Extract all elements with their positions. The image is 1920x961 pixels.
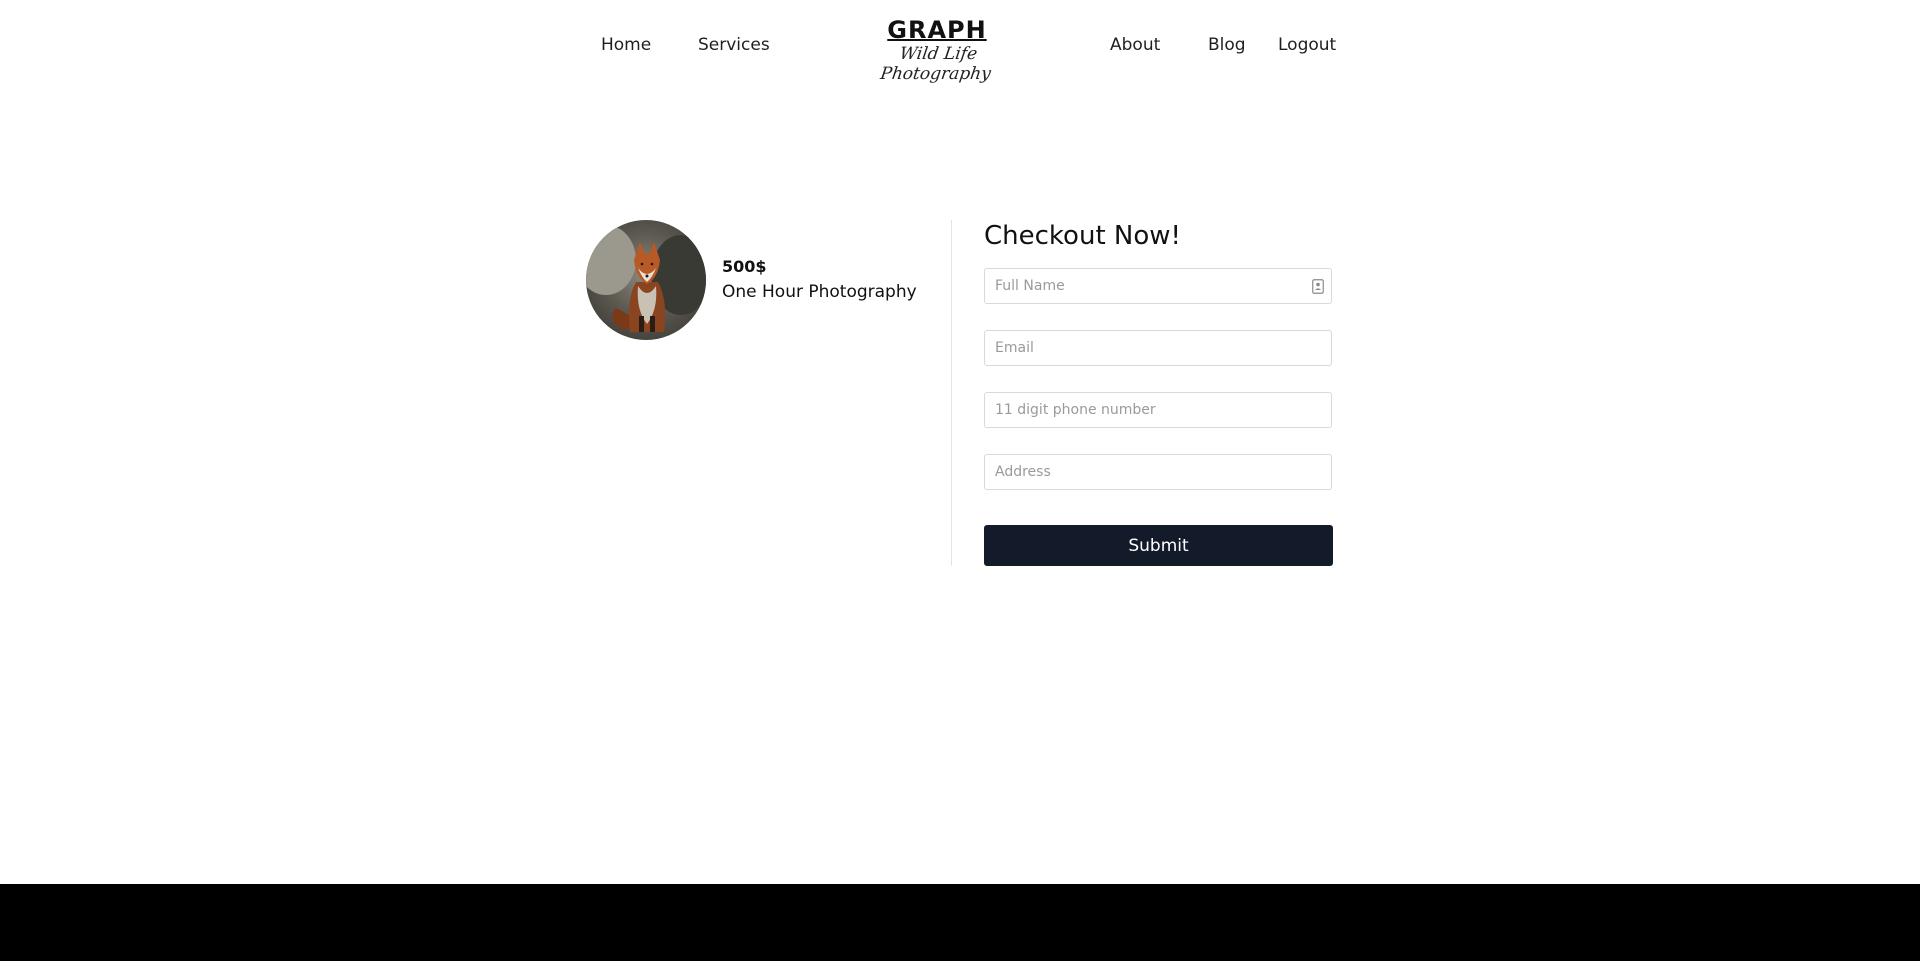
- section-divider: [951, 220, 952, 566]
- product-image: [586, 220, 706, 340]
- product-price: 500$: [722, 257, 767, 276]
- fox-photo-icon: [586, 225, 706, 332]
- product-name: One Hour Photography: [722, 282, 917, 302]
- brand-logo[interactable]: GRAPH Wild Life Photography: [855, 16, 1019, 84]
- nav-blog-link[interactable]: Blog: [1208, 35, 1246, 55]
- brand-title: GRAPH: [887, 16, 987, 44]
- nav-home-link[interactable]: Home: [601, 35, 651, 55]
- contact-card-icon[interactable]: [1312, 279, 1324, 294]
- top-nav: Home Services GRAPH Wild Life Photograph…: [0, 0, 1920, 90]
- brand-tagline: Wild Life Photography: [879, 44, 993, 84]
- nav-about-link[interactable]: About: [1110, 35, 1160, 55]
- phone-input[interactable]: [984, 392, 1332, 428]
- nav-services-link[interactable]: Services: [698, 35, 770, 55]
- email-input[interactable]: [984, 330, 1332, 366]
- checkout-title: Checkout Now!: [984, 221, 1181, 251]
- full-name-input[interactable]: [984, 268, 1332, 304]
- submit-button[interactable]: Submit: [984, 525, 1333, 566]
- address-input[interactable]: [984, 454, 1332, 490]
- nav-logout-link[interactable]: Logout: [1278, 35, 1336, 55]
- footer: [0, 884, 1920, 961]
